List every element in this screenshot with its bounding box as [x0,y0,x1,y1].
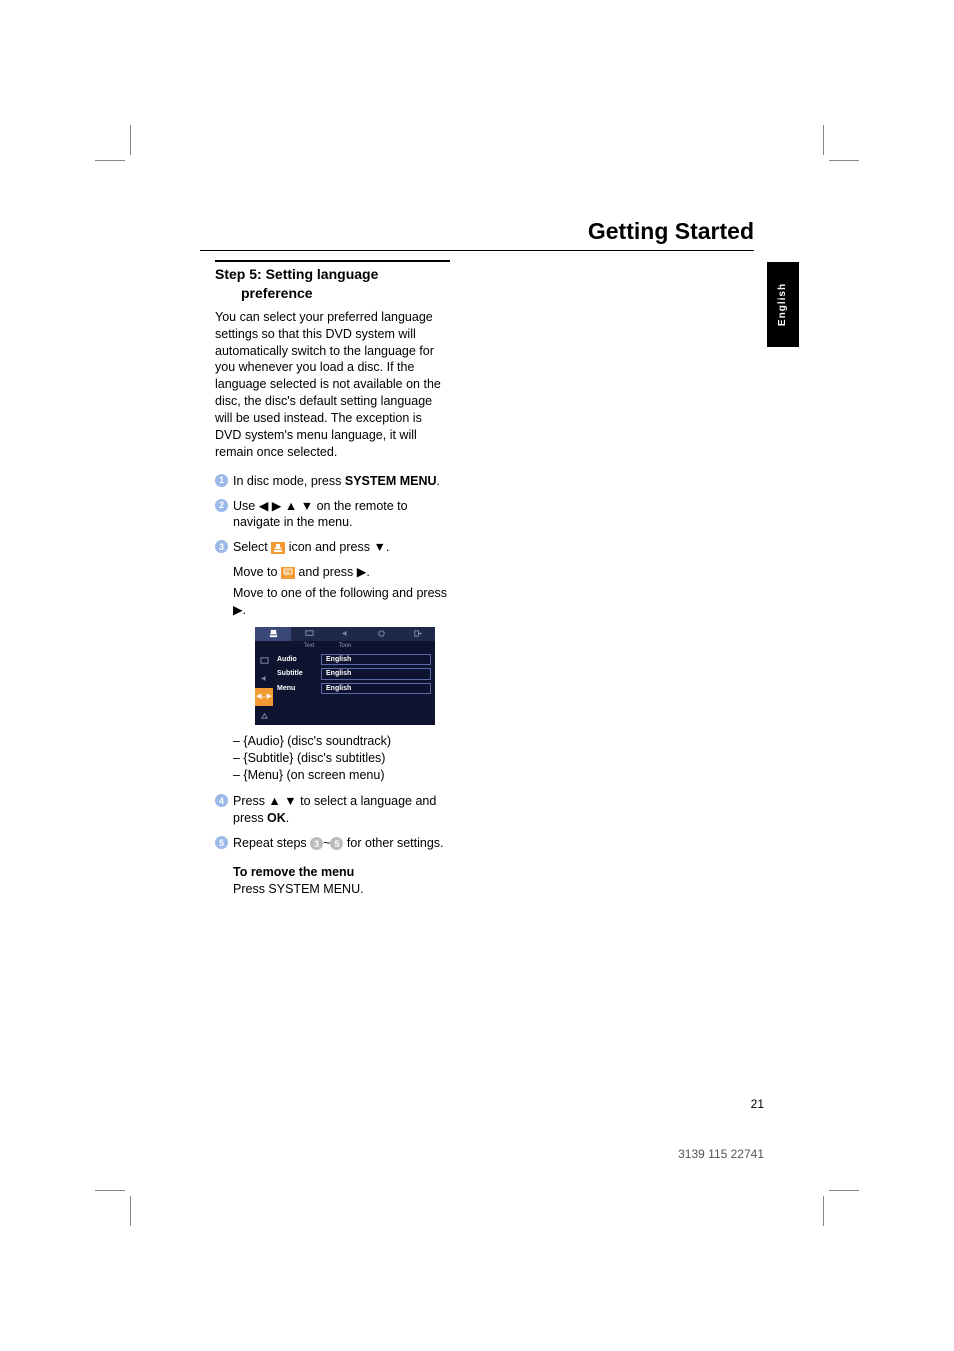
step-item-5: 5 Repeat steps 3~5 for other settings. [215,835,450,852]
text: icon and press ▼. [285,540,389,554]
badge-5-ref-icon: 5 [330,837,343,850]
step-item-3-sub1: Move to and press ▶. [215,564,450,581]
menu-value: English [321,668,431,679]
badge-5-icon: 5 [215,836,228,849]
footer-code: 3139 115 22741 [678,1147,764,1161]
text: and press ▶. [295,565,370,579]
language-tab: English [767,262,799,347]
menu-label: Subtitle [277,669,321,678]
menu-main: Audio English Subtitle English Menu Engl… [273,651,435,725]
text: ~ [323,836,330,850]
text: Use ◀ ▶ ▲ ▼ on the remote to navigate in… [233,499,408,530]
list-item: – {Audio} (disc's soundtrack) [233,733,450,750]
menu-row-audio: Audio English [277,654,431,665]
tab-features-icon [363,627,399,641]
text: . [437,474,440,488]
tab-levels-icon [255,627,291,641]
side-sound-icon [255,669,273,688]
menu-label: Audio [277,655,321,664]
text: Move to [233,565,281,579]
step-item-3: 3 Select icon and press ▼. [215,539,450,556]
list-item: – {Menu} (on screen menu) [233,767,450,784]
menu-value: English [321,683,431,694]
step-item-3-sub2: Move to one of the following and press ▶… [215,585,450,619]
page-header-title: Getting Started [588,218,754,245]
menu-label: Menu [277,684,321,693]
badge-2-icon: 2 [215,499,228,512]
side-language-icon: ◀▶ [255,688,273,707]
step-title: Setting language preference [241,266,378,301]
header-rule [200,250,754,251]
page-number: 21 [751,1097,764,1111]
list-item: – {Subtitle} (disc's subtitles) [233,750,450,767]
step-heading: Step 5: Setting language preference [215,260,450,303]
remove-menu-block: To remove the menu Press SYSTEM MENU. [215,864,450,898]
language-tab-label: English [778,283,789,326]
text: In disc mode, press [233,474,345,488]
speech-bubble-icon [281,567,295,579]
menu-row-menu: Menu English [277,683,431,694]
text-bold: SYSTEM MENU [345,474,437,488]
text: Repeat steps [233,836,310,850]
text-bold: OK [267,811,286,825]
side-picture-icon [255,651,273,670]
step-intro: You can select your preferred language s… [215,309,450,461]
menu-sub-tabs: Text Toon [255,641,435,651]
text: Press ▲ ▼ to select a language and press [233,794,436,825]
menu-side-icons: ◀▶ [255,651,273,725]
badge-1-icon: 1 [215,474,228,487]
menu-top-tabs [255,627,435,641]
dash-list: – {Audio} (disc's soundtrack) – {Subtitl… [215,733,450,784]
badge-3-ref-icon: 3 [310,837,323,850]
badge-4-icon: 4 [215,794,228,807]
step-item-1: 1 In disc mode, press SYSTEM MENU. [215,473,450,490]
subtab-toon: Toon [327,641,363,651]
remove-menu-text: Press SYSTEM MENU. [233,881,450,898]
tab-audio-icon [327,627,363,641]
text: Select [233,540,271,554]
tab-display-icon [291,627,327,641]
step-number: Step 5: [215,266,262,282]
side-misc-icon [255,706,273,725]
menu-body: ◀▶ Audio English Subtitle English Menu E… [255,651,435,725]
menu-value: English [321,654,431,665]
step-item-2: 2 Use ◀ ▶ ▲ ▼ on the remote to navigate … [215,498,450,532]
settings-tab-icon [271,542,285,554]
tab-exit-icon [399,627,435,641]
step-item-4: 4 Press ▲ ▼ to select a language and pre… [215,793,450,827]
menu-row-subtitle: Subtitle English [277,668,431,679]
text: for other settings. [343,836,443,850]
menu-figure: Text Toon ◀▶ Audio English Sub [255,627,435,725]
badge-3-icon: 3 [215,540,228,553]
text: . [286,811,289,825]
subtab-text: Text [291,641,327,651]
remove-menu-title: To remove the menu [233,864,450,881]
